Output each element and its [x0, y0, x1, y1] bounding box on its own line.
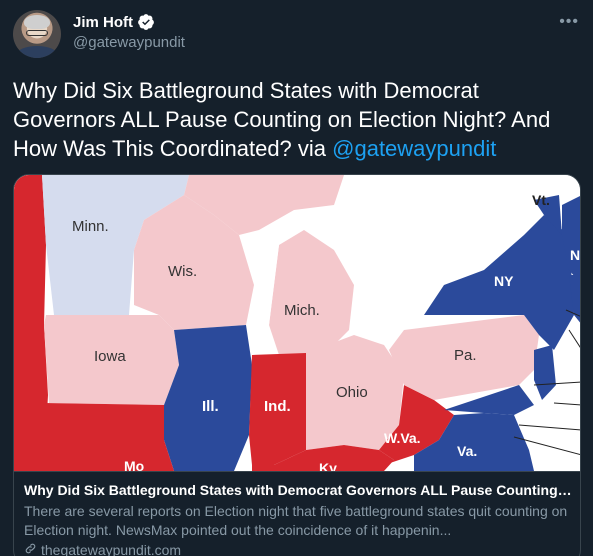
card-body[interactable]: Why Did Six Battleground States with Dem… [14, 471, 580, 556]
state-missouri [44, 403, 174, 471]
election-map: Minn. Wis. Mich. Iowa Ill. Ind. Ohio Pa.… [14, 175, 580, 471]
map-label-ill: Ill. [202, 398, 219, 415]
map-label-ohio: Ohio [336, 384, 368, 401]
avatar[interactable] [13, 10, 61, 58]
avatar-shirt [17, 46, 57, 58]
tweet-text: Why Did Six Battleground States with Dem… [13, 76, 583, 163]
more-options-icon[interactable]: ••• [559, 13, 579, 31]
author-display-name[interactable]: Jim Hoft [73, 14, 133, 31]
map-label-va: Va. [457, 443, 477, 459]
avatar-hair [24, 15, 50, 29]
card-domain[interactable]: thegatewaypundit.com [24, 542, 572, 556]
map-label-wis: Wis. [168, 263, 197, 280]
tweet: Jim Hoft @gatewaypundit ••• Why Did Six … [0, 0, 593, 556]
card-description: There are several reports on Election ni… [24, 503, 568, 538]
map-label-mich: Mich. [284, 302, 320, 319]
map-label-vt: Vt. [532, 192, 550, 208]
card-domain-text: thegatewaypundit.com [41, 542, 182, 556]
map-label-ind: Ind. [264, 398, 291, 415]
card-title[interactable]: Why Did Six Battleground States with Dem… [24, 481, 572, 500]
map-label-ny: NY [494, 273, 514, 289]
map-label-iowa: Iowa [94, 348, 126, 365]
avatar-glasses [26, 30, 48, 36]
author-handle[interactable]: @gatewaypundit [73, 34, 185, 51]
link-card[interactable]: Minn. Wis. Mich. Iowa Ill. Ind. Ohio Pa.… [13, 174, 581, 556]
map-label-mo: Mo [124, 458, 144, 471]
verified-badge-icon [137, 13, 155, 31]
map-label-minn: Minn. [72, 218, 109, 235]
link-icon [24, 542, 37, 556]
state-west-red [14, 175, 48, 471]
map-label-ky: Ky [319, 460, 337, 471]
map-label-wva: W.Va. [384, 430, 421, 446]
card-image-map[interactable]: Minn. Wis. Mich. Iowa Ill. Ind. Ohio Pa.… [14, 175, 580, 471]
tweet-mention-link[interactable]: @gatewaypundit [332, 136, 496, 161]
map-label-pa: Pa. [454, 347, 477, 364]
map-label-nh: N [570, 247, 580, 263]
author-name-row: Jim Hoft [73, 13, 155, 31]
